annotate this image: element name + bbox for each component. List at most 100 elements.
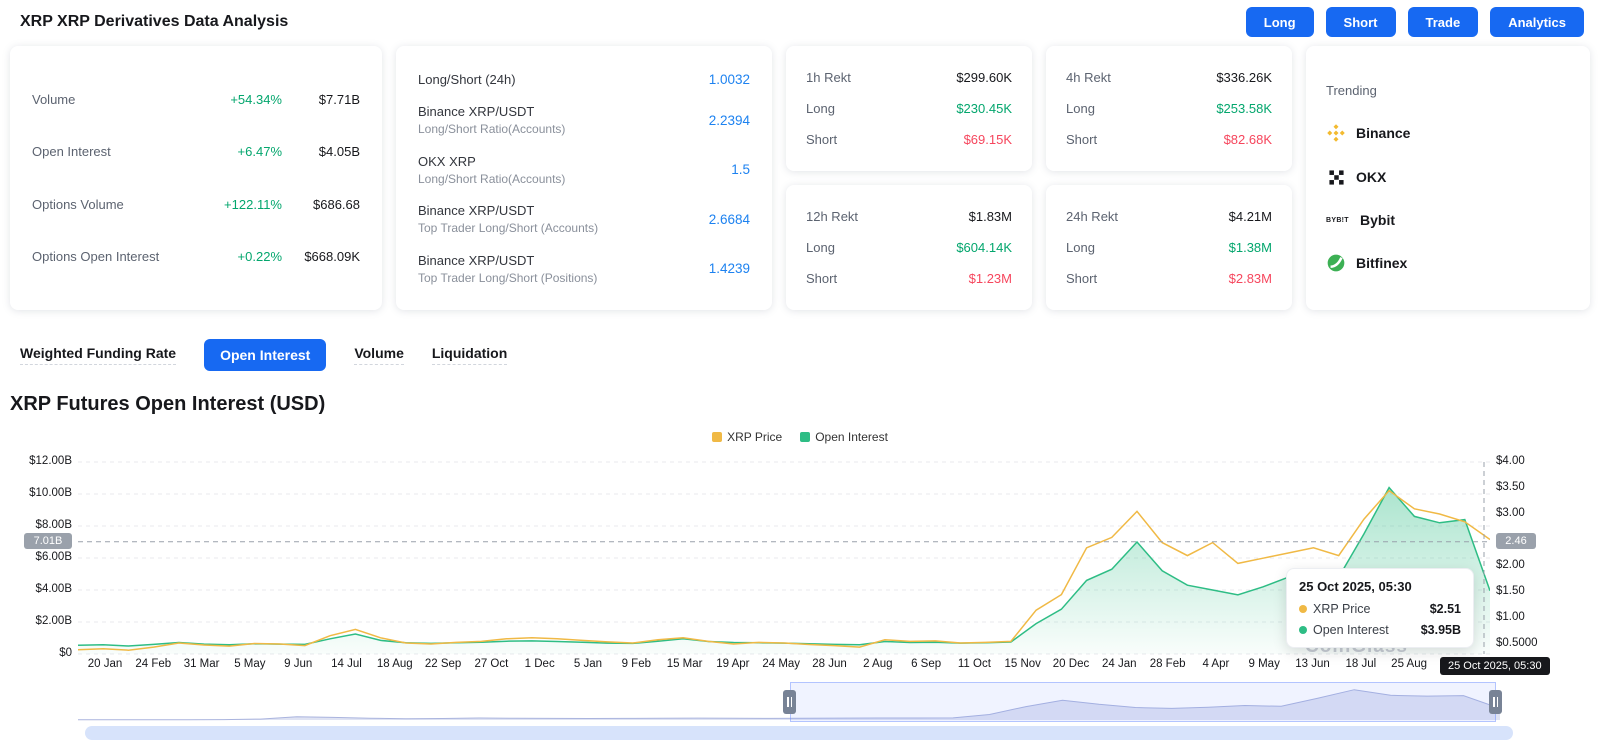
navigator-handle-right[interactable]	[1489, 690, 1502, 714]
rekt-card-24h: 24h Rekt $4.21M Long $1.38M Short $2.83M	[1046, 185, 1292, 310]
rekt-short-label: Short	[806, 132, 838, 147]
oi-axis-tick: $4.00B	[35, 583, 72, 595]
trade-button[interactable]: Trade	[1407, 7, 1479, 37]
x-axis-tick: 25 Aug	[1391, 658, 1427, 670]
legend-swatch-green	[800, 432, 811, 442]
stat-row-options-volume: Options Volume +122.11% $686.68	[32, 197, 360, 212]
trending-item-bybit[interactable]: BYB!T Bybit	[1326, 212, 1570, 228]
rekt-short-label: Short	[1066, 271, 1098, 286]
rekt-short-value: $69.15K	[963, 132, 1012, 147]
stat-value: $668.09K	[304, 249, 360, 265]
rekt-long-value: $1.38M	[1228, 240, 1272, 255]
price-axis-tick: $4.00	[1496, 455, 1525, 467]
ratio-label: Binance XRP/USDT	[418, 252, 535, 268]
main-chart-canvas[interactable]	[78, 458, 1490, 658]
price-axis-tick: $3.00	[1496, 507, 1525, 519]
stat-label: Volume	[32, 91, 76, 107]
header-actions: Long Short Trade Analytics	[1245, 7, 1584, 37]
crosshair-left-badge: 7.01B	[24, 533, 72, 549]
page-title: XRP XRP Derivatives Data Analysis	[20, 13, 289, 30]
stat-row-volume: Volume +54.34% $7.71B	[32, 92, 360, 107]
rekt-long-label: Long	[1066, 101, 1095, 116]
navigator-selection[interactable]	[790, 682, 1496, 722]
ratio-sublabel: Long/Short Ratio(Accounts)	[418, 171, 566, 186]
rekt-total: $299.60K	[956, 70, 1012, 85]
rekt-long-label: Long	[806, 240, 835, 255]
crosshair-x-badge: 25 Oct 2025, 05:30	[1440, 657, 1550, 675]
trending-item-binance[interactable]: Binance	[1326, 123, 1570, 143]
tab-volume[interactable]: Volume	[354, 345, 404, 365]
price-axis-tick: $1.00	[1496, 611, 1525, 623]
legend-swatch-yellow	[712, 432, 723, 442]
green-dot-icon	[1299, 626, 1307, 634]
rekt-total: $4.21M	[1228, 209, 1272, 224]
tab-open-interest[interactable]: Open Interest	[204, 338, 327, 371]
stat-row-open-interest: Open Interest +6.47% $4.05B	[32, 144, 360, 159]
rekt-short-value: $2.83M	[1228, 271, 1272, 286]
long-button[interactable]: Long	[1245, 7, 1314, 37]
ratio-value: 2.2394	[708, 112, 750, 128]
stat-label: Options Volume	[32, 196, 124, 212]
summary-cards: Volume +54.34% $7.71B Open Interest +6.4…	[10, 46, 1590, 310]
rekt-short-label: Short	[806, 271, 838, 286]
rekt-card-12h: 12h Rekt $1.83M Long $604.14K Short $1.23M	[786, 185, 1032, 310]
stat-value: $4.05B	[318, 144, 360, 160]
chart-tooltip: 25 Oct 2025, 05:30 XRP Price $2.51 Open …	[1286, 568, 1474, 648]
short-button[interactable]: Short	[1325, 7, 1396, 37]
chart-legend: XRP Price Open Interest	[0, 430, 1600, 444]
legend-item-open-interest[interactable]: Open Interest	[800, 430, 888, 444]
tooltip-value: $3.95B	[1420, 623, 1461, 637]
price-axis-tick: $1.50	[1496, 585, 1525, 597]
oi-axis-tick: $6.00B	[35, 551, 72, 563]
rekt-long-label: Long	[806, 101, 835, 116]
tooltip-time: 25 Oct 2025, 05:30	[1299, 579, 1412, 594]
scroll-strip[interactable]	[85, 726, 1513, 740]
ratio-row: Binance XRP/USDT Top Trader Long/Short (…	[418, 253, 750, 285]
oi-axis-tick: $8.00B	[35, 519, 72, 531]
ratio-value: 2.6684	[708, 211, 750, 227]
legend-label: Open Interest	[815, 430, 888, 444]
stat-label: Open Interest	[32, 144, 111, 160]
stat-change: +0.22%	[237, 249, 282, 265]
rekt-long-value: $604.14K	[956, 240, 1012, 255]
open-interest-chart: 7.01B 2.46 25 Oct 2025, 05:30 CoinGlass …	[0, 454, 1600, 752]
crosshair-right-badge: 2.46	[1496, 533, 1536, 549]
stat-row-options-open-interest: Options Open Interest +0.22% $668.09K	[32, 249, 360, 264]
ratio-sublabel: Long/Short Ratio(Accounts)	[418, 122, 566, 136]
price-axis-tick: $2.00	[1496, 559, 1525, 571]
rekt-long-label: Long	[1066, 240, 1095, 255]
tab-liquidation[interactable]: Liquidation	[431, 345, 508, 365]
oi-axis-tick: $10.00B	[29, 487, 72, 499]
ratio-label: Long/Short (24h)	[418, 71, 516, 87]
stat-change: +54.34%	[230, 91, 282, 107]
legend-label: XRP Price	[727, 430, 783, 444]
legend-item-xrp-price[interactable]: XRP Price	[712, 430, 782, 444]
ratio-value: 1.4239	[708, 261, 750, 276]
rekt-total: $336.26K	[1216, 70, 1272, 85]
navigator-handle-left[interactable]	[783, 690, 796, 714]
chart-section-title: XRP Futures Open Interest (USD)	[10, 393, 326, 415]
ratio-value: 1.0032	[708, 71, 750, 87]
ratio-row: Long/Short (24h) 1.0032	[418, 72, 750, 87]
trending-item-bitfinex[interactable]: Bitfinex	[1326, 253, 1570, 273]
page-header: XRP XRP Derivatives Data Analysis Long S…	[0, 0, 1600, 44]
chart-tabs: Weighted Funding Rate Open Interest Volu…	[20, 338, 1600, 371]
rekt-title: 1h Rekt	[806, 70, 851, 85]
bybit-icon: BYB!T	[1326, 216, 1349, 224]
ratio-row: OKX XRP Long/Short Ratio(Accounts) 1.5	[418, 154, 750, 186]
rekt-cards: 1h Rekt $299.60K Long $230.45K Short $69.15…	[786, 46, 1292, 310]
ratio-value: 1.5	[731, 162, 750, 177]
oi-axis-tick: $12.00B	[29, 455, 72, 467]
rekt-short-value: $82.68K	[1223, 132, 1272, 147]
rekt-short-label: Short	[1066, 132, 1098, 147]
oi-axis-tick: $0	[59, 647, 72, 659]
trending-item-label: Binance	[1356, 124, 1411, 141]
tooltip-label: XRP Price	[1313, 602, 1371, 616]
analytics-button[interactable]: Analytics	[1490, 7, 1584, 37]
longshort-ratio-card: Long/Short (24h) 1.0032 Binance XRP/USDT…	[396, 46, 772, 310]
tab-weighted-funding-rate[interactable]: Weighted Funding Rate	[20, 345, 177, 365]
trending-item-okx[interactable]: OKX	[1326, 167, 1570, 187]
rekt-long-value: $253.58K	[1216, 101, 1272, 116]
tooltip-row-price: XRP Price $2.51	[1299, 602, 1461, 616]
tooltip-label: Open Interest	[1313, 623, 1389, 637]
